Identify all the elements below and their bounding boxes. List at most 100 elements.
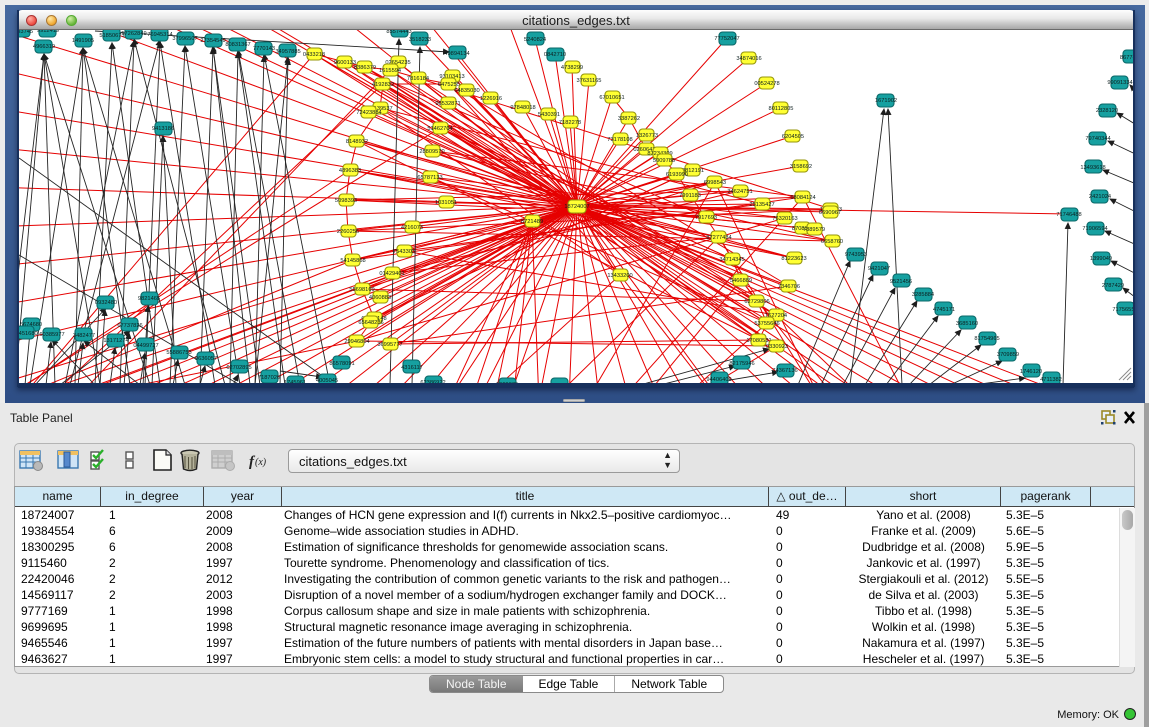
svg-text:9521456: 9521456 [890, 279, 912, 285]
svg-text:65648236: 65648236 [358, 320, 383, 326]
svg-text:7816184: 7816184 [407, 76, 429, 82]
svg-text:4216073: 4216073 [401, 225, 423, 231]
svg-text:54145868: 54145868 [340, 258, 365, 264]
svg-text:6690967: 6690967 [819, 210, 841, 216]
svg-text:55698169: 55698169 [349, 287, 374, 293]
svg-text:3158692: 3158692 [790, 164, 812, 170]
svg-text:9636057: 9636057 [195, 356, 217, 362]
svg-text:1671902: 1671902 [875, 98, 897, 104]
svg-text:67010651: 67010651 [599, 95, 624, 101]
svg-text:0330923: 0330923 [766, 344, 788, 350]
svg-text:(x): (x) [255, 457, 267, 468]
svg-text:2260256: 2260256 [337, 229, 359, 235]
svg-text:4711382: 4711382 [1040, 377, 1062, 383]
svg-text:0932480: 0932480 [95, 300, 117, 306]
svg-text:1615594: 1615594 [379, 68, 401, 74]
svg-text:86578091: 86578091 [329, 361, 354, 367]
svg-text:62702895: 62702895 [226, 365, 251, 371]
svg-text:7543303: 7543303 [393, 249, 415, 255]
svg-text:01429401: 01429401 [379, 271, 404, 277]
svg-text:80831367: 80831367 [225, 42, 250, 48]
svg-text:2421024: 2421024 [1089, 194, 1111, 200]
svg-text:72423884: 72423884 [356, 110, 381, 116]
svg-text:27354549: 27354549 [200, 38, 225, 44]
svg-text:8677496: 8677496 [1120, 55, 1133, 61]
svg-text:96532871: 96532871 [435, 101, 460, 107]
svg-text:6204505: 6204505 [782, 134, 804, 140]
svg-text:13171274: 13171274 [103, 338, 128, 344]
svg-text:13493618: 13493618 [1080, 165, 1105, 171]
svg-text:7193745: 7193745 [19, 30, 33, 35]
svg-text:71756551: 71756551 [1112, 307, 1133, 313]
svg-text:8386379: 8386379 [354, 65, 376, 71]
svg-text:3685160: 3685160 [956, 321, 978, 327]
svg-text:9413186: 9413186 [152, 126, 174, 132]
svg-text:34624751: 34624751 [727, 189, 752, 195]
svg-text:9743953: 9743953 [845, 252, 867, 258]
svg-text:1399049: 1399049 [1090, 256, 1112, 262]
svg-text:37996507: 37996507 [172, 36, 197, 42]
svg-text:6193990: 6193990 [666, 172, 688, 178]
svg-text:1031051: 1031051 [435, 200, 457, 206]
svg-text:57262849: 57262849 [121, 31, 146, 37]
svg-text:79740344: 79740344 [1085, 136, 1110, 142]
svg-text:5430391: 5430391 [538, 112, 560, 118]
svg-text:76320163: 76320163 [772, 216, 797, 222]
svg-text:1491905: 1491905 [72, 38, 94, 44]
svg-text:34957885: 34957885 [275, 49, 300, 55]
svg-text:62729806: 62729806 [744, 299, 769, 305]
svg-text:51462704: 51462704 [427, 126, 452, 132]
svg-text:53755646: 53755646 [754, 321, 779, 327]
svg-text:81754965: 81754965 [974, 336, 999, 342]
svg-text:13433200: 13433200 [607, 273, 632, 279]
svg-text:98084124: 98084124 [790, 195, 815, 201]
svg-text:87277434: 87277434 [706, 235, 731, 241]
svg-text:04499727: 04499727 [133, 343, 158, 349]
svg-text:28809570: 28809570 [419, 149, 444, 155]
svg-text:5009788: 5009788 [653, 158, 675, 164]
svg-text:25135427: 25135427 [749, 202, 774, 208]
svg-text:4005045: 4005045 [316, 378, 338, 383]
svg-text:3387262: 3387262 [618, 116, 640, 122]
svg-text:94406409: 94406409 [706, 377, 731, 383]
svg-text:85574443: 85574443 [386, 30, 411, 35]
svg-text:8148932: 8148932 [346, 139, 368, 145]
svg-text:7187026: 7187026 [258, 375, 280, 381]
svg-text:3709859: 3709859 [997, 352, 1019, 358]
svg-text:7889579: 7889579 [803, 227, 825, 233]
svg-text:71746488: 71746488 [1056, 212, 1081, 218]
svg-text:15451680: 15451680 [19, 331, 38, 337]
svg-text:1745961: 1745961 [284, 380, 306, 383]
svg-text:00524278: 00524278 [754, 81, 779, 87]
svg-text:99091334: 99091334 [1107, 80, 1132, 86]
svg-text:5098393: 5098393 [335, 198, 357, 204]
svg-text:29946804: 29946804 [344, 339, 369, 345]
svg-text:3482477: 3482477 [73, 333, 95, 339]
svg-text:34714345: 34714345 [719, 257, 744, 263]
svg-text:4316117: 4316117 [401, 365, 423, 371]
svg-text:65787133: 65787133 [417, 175, 442, 181]
svg-text:6658760: 6658760 [821, 239, 843, 245]
svg-text:73178108: 73178108 [607, 137, 632, 143]
svg-text:7346706: 7346706 [778, 284, 800, 290]
svg-text:0433218: 0433218 [303, 52, 325, 58]
svg-text:7991183: 7991183 [679, 193, 701, 199]
svg-text:1746120: 1746120 [1020, 369, 1042, 375]
svg-text:82175946: 82175946 [729, 361, 754, 367]
svg-text:7182278: 7182278 [559, 120, 581, 126]
svg-text:2787429: 2787429 [1102, 283, 1124, 289]
svg-text:64835030: 64835030 [454, 88, 479, 94]
svg-text:4966319: 4966319 [33, 44, 55, 50]
svg-text:4896383: 4896383 [339, 168, 361, 174]
svg-text:71906594: 71906594 [1082, 226, 1107, 232]
svg-text:9600133: 9600133 [334, 60, 356, 66]
svg-text:5240824: 5240824 [524, 37, 546, 43]
svg-text:97848018: 97848018 [510, 105, 535, 111]
svg-text:9912419: 9912419 [37, 30, 59, 34]
svg-text:76945314: 76945314 [147, 32, 172, 38]
svg-text:4060883: 4060883 [369, 295, 391, 301]
svg-text:67737826: 67737826 [117, 323, 142, 329]
svg-text:7917693: 7917693 [695, 215, 717, 221]
svg-text:6998543: 6998543 [704, 180, 726, 186]
svg-text:1969379: 1969379 [496, 382, 518, 383]
